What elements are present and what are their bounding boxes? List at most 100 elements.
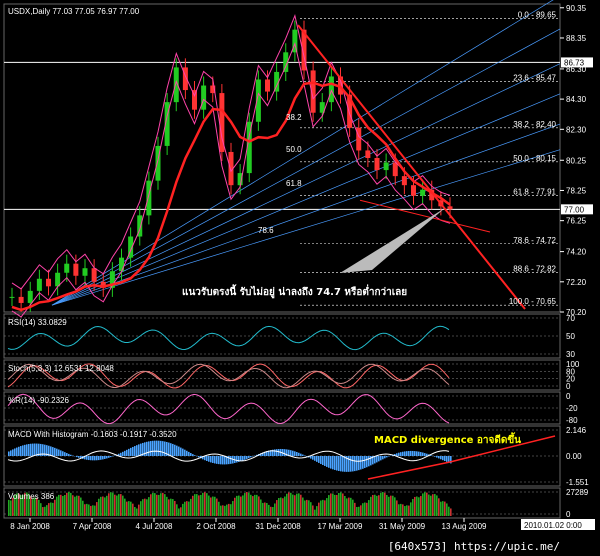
candle-body [420,189,426,196]
macd-bar [158,440,160,456]
volume-bar [250,494,252,516]
volume-bar [342,493,344,516]
volume-bar [168,499,170,516]
volume-bar [166,496,168,516]
volume-bar [384,492,386,516]
macd-bar [274,449,276,456]
macd-bar [150,441,152,456]
macd-bar [358,456,360,471]
volume-bar [298,493,300,516]
macd-bar [386,456,388,458]
volume-bar [326,498,328,516]
macd-bar [92,456,94,461]
macd-bar [146,441,148,456]
macd-bar [30,443,32,456]
volume-bar [114,494,116,516]
macd-bar [300,453,302,456]
panel-level-label: 27289 [566,488,589,497]
macd-bar [184,449,186,456]
volume-bar [76,495,78,516]
macd-bar [400,452,402,456]
candle-body [328,76,334,103]
macd-bar [194,455,196,456]
wpr-title: %R(14) -90.2326 [8,396,69,405]
volume-bar [232,501,234,516]
volume-bar [48,503,50,516]
macd-bar [408,450,410,456]
volume-bar [270,506,272,516]
candle-body [201,85,207,110]
volume-bar [330,493,332,516]
x-tick-label: 4 Jul 2008 [136,522,173,531]
macd-bar [126,449,128,456]
macd-bar [188,451,190,456]
volume-bar [152,492,154,516]
macd-bar [362,456,364,469]
panel-level-label: -1.551 [566,478,589,487]
macd-bar [330,456,332,469]
fib-label: 78.6 - 74.72 [513,236,556,245]
volume-bar [70,492,72,516]
macd-bar [414,451,416,456]
candle-body [46,278,51,287]
volume-bar [444,501,446,516]
volume-bar [94,505,96,516]
macd-bar [170,443,172,456]
candle-body [91,268,97,282]
candle-body [401,176,407,186]
y-tick-label: 90.35 [566,4,587,13]
macd-bar [364,456,366,469]
volume-bar [338,493,340,516]
fib-label: 23.6 - 85.47 [513,73,556,82]
macd-bar [36,443,38,456]
volume-bar [222,505,224,516]
fan-label: 50.0 [286,145,302,154]
macd-bar [396,453,398,456]
volume-bar [258,496,260,516]
volume-bar [124,498,126,516]
x-tick-label: 2 Oct 2008 [196,522,236,531]
volume-bar [284,496,286,516]
volume-bar [96,502,98,516]
macd-annotation: MACD divergence อาจดีดขึ้น [374,432,521,446]
volume-bar [182,503,184,516]
candle-body [265,79,270,92]
volume-bar [348,497,350,516]
volume-bar [422,493,424,516]
macd-bar [186,450,188,456]
fan-label: 61.8 [286,179,302,188]
volume-bar [130,501,132,516]
macd-bar [140,443,142,456]
panel-level-label: 30 [566,350,575,359]
macd-bar [380,456,382,461]
volume-bar [362,503,364,516]
volume-bar [426,492,428,516]
volume-bar [436,495,438,516]
volume-bar [100,496,102,516]
volume-bar [172,499,174,516]
volume-bar [242,495,244,516]
macd-bar [416,451,418,456]
macd-bar [182,448,184,456]
macd-bar [68,453,70,456]
volume-bar [358,506,360,516]
volume-bar [108,493,110,516]
volume-bar [316,506,318,516]
volume-bar [364,502,366,516]
volume-bar [62,495,64,516]
candle-body [64,263,70,273]
macd-bar [236,456,238,463]
y-tick-label: 74.20 [566,248,587,257]
y-tick-label: 76.25 [566,217,587,226]
macd-bar [440,456,442,460]
macd-bar [332,456,334,470]
macd-bar [192,454,194,456]
volume-bar [196,494,198,516]
volume-bar [204,492,206,516]
chart-canvas: 90.3588.3586.3084.3082.3080.2578.2576.25… [3,0,595,553]
volume-bar [306,499,308,516]
volume-bar [208,495,210,516]
candle-body [9,296,15,298]
macd-bar [120,452,122,456]
macd-bar [224,456,226,465]
